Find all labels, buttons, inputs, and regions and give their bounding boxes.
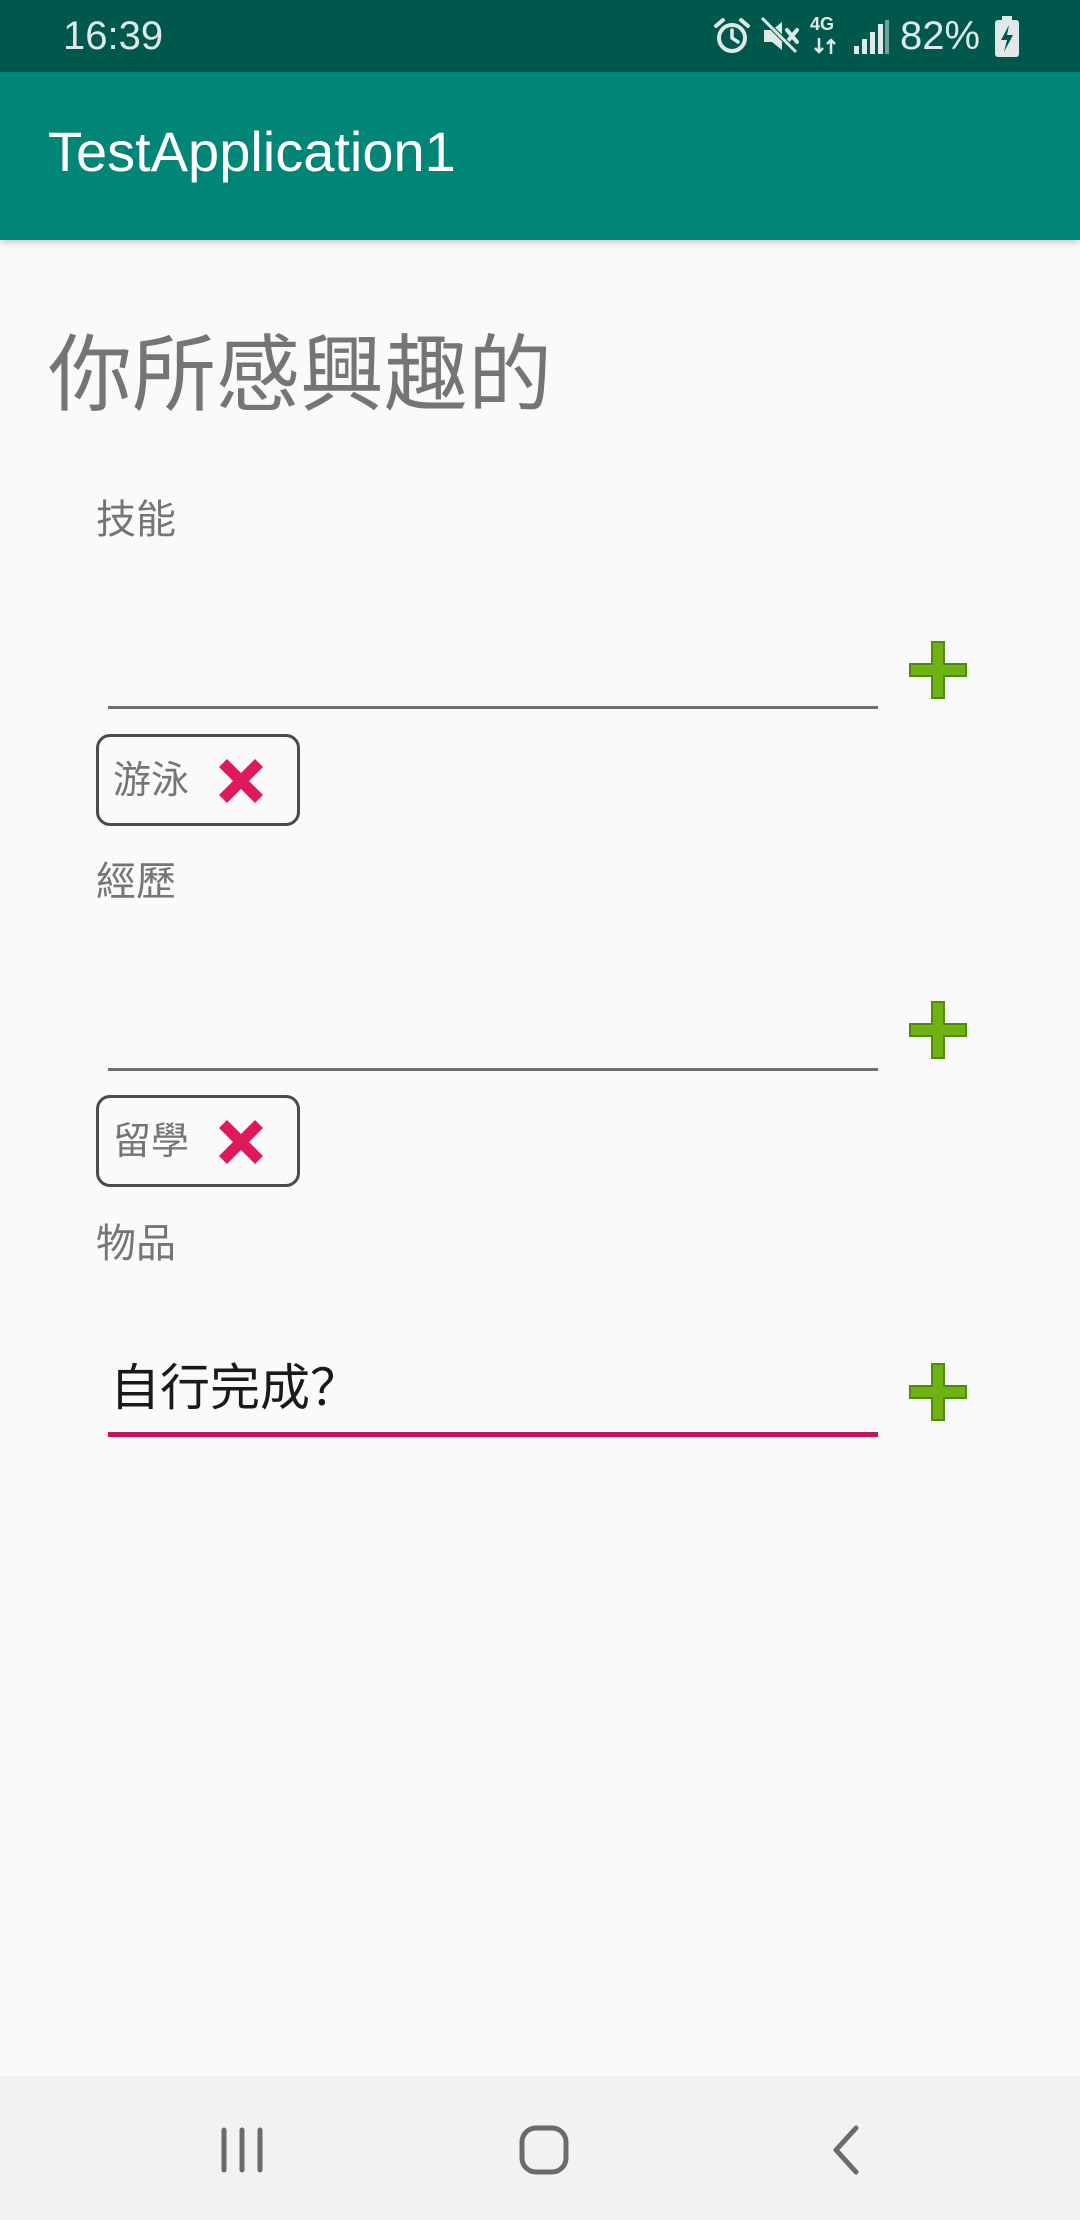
remove-chip-button[interactable]: [209, 749, 273, 813]
add-skill-button[interactable]: [904, 636, 972, 704]
navigation-bar: [0, 2076, 1080, 2220]
plus-icon: [909, 641, 967, 699]
skills-input[interactable]: [108, 626, 878, 709]
close-icon: [219, 1120, 263, 1164]
page-heading: 你所感興趣的: [48, 326, 553, 424]
alarm-icon: [714, 18, 750, 53]
back-icon[interactable]: [818, 2120, 878, 2180]
items-input-text: 自行完成？: [110, 1359, 360, 1417]
experience-input[interactable]: [108, 988, 878, 1071]
mute-icon: [760, 16, 800, 56]
close-icon: [219, 759, 263, 803]
items-input[interactable]: 自行完成？: [108, 1352, 878, 1437]
battery-charging-icon: [995, 16, 1019, 57]
chip-label: 留學: [113, 1119, 190, 1163]
remove-chip-button[interactable]: [209, 1110, 273, 1174]
app-title: TestApplication1: [48, 120, 456, 183]
plus-icon: [909, 1363, 967, 1421]
chip-label: 游泳: [113, 758, 190, 802]
section-label-skills: 技能: [96, 497, 176, 543]
status-time: 16:39: [63, 14, 164, 58]
home-icon[interactable]: [514, 2120, 574, 2180]
recent-apps-icon[interactable]: [212, 2120, 272, 2180]
network-4g-icon: 4G: [808, 14, 842, 58]
battery-percent: 82%: [900, 14, 981, 58]
section-label-experience: 經歷: [96, 859, 176, 905]
app-bar: TestApplication1: [0, 72, 1080, 240]
signal-icon: [854, 20, 889, 54]
add-experience-button[interactable]: [904, 996, 972, 1064]
section-label-items: 物品: [96, 1221, 176, 1267]
add-item-button[interactable]: [904, 1358, 972, 1426]
chip-experience: 留學: [96, 1095, 300, 1187]
network-type-label: 4G: [810, 14, 835, 34]
chip-skill: 游泳: [96, 734, 300, 826]
plus-icon: [909, 1001, 967, 1059]
status-bar: 16:39 4G 82%: [0, 0, 1080, 72]
